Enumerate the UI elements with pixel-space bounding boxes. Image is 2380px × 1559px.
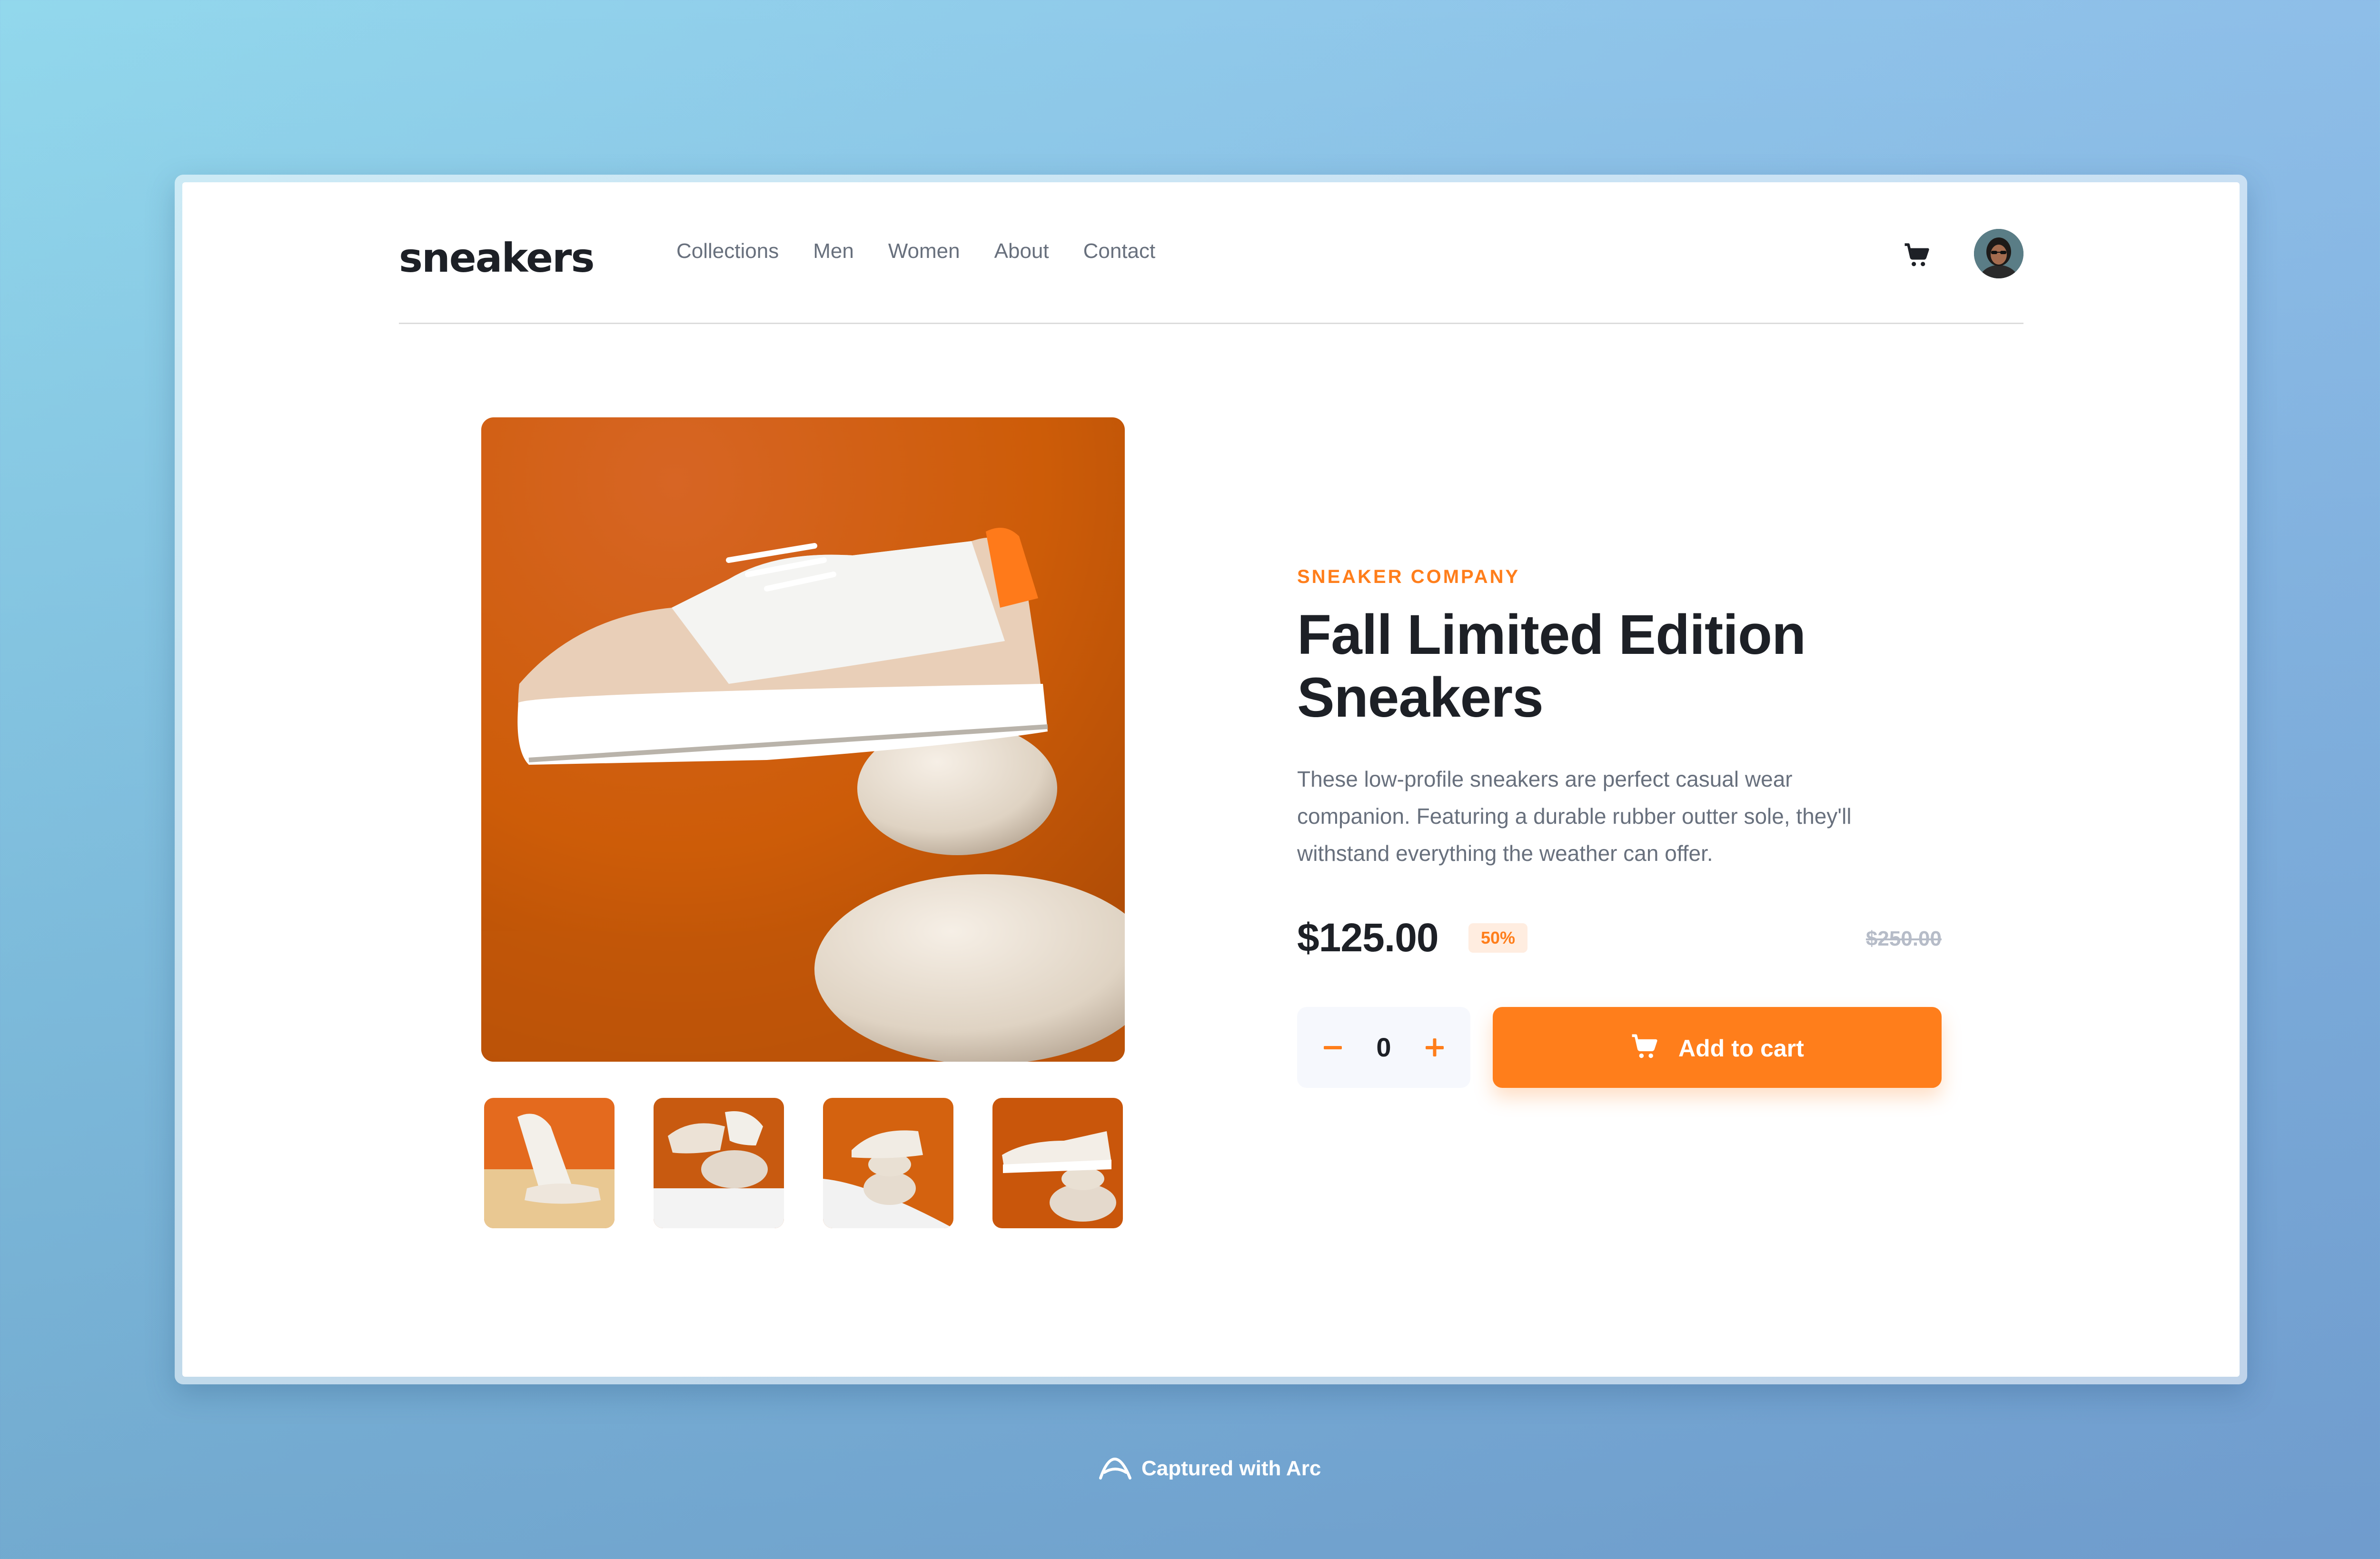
description-line-3: withstand everything the weather can off… xyxy=(1297,841,1713,866)
thumbnail-4[interactable] xyxy=(992,1098,1123,1228)
cart-icon[interactable] xyxy=(1904,242,1930,269)
thumbnail-2[interactable] xyxy=(654,1098,784,1228)
product-title-line-1: Fall Limited Edition xyxy=(1297,603,1806,666)
product-title: Fall Limited Edition Sneakers xyxy=(1297,603,1964,729)
thumbnail-3[interactable] xyxy=(823,1098,953,1228)
user-avatar[interactable] xyxy=(1974,229,2023,278)
logo[interactable]: sneakers xyxy=(399,235,595,281)
company-label: SNEAKER COMPANY xyxy=(1297,566,1520,587)
main-product-image[interactable] xyxy=(481,417,1125,1062)
nav-item-men[interactable]: Men xyxy=(813,239,854,263)
main-nav: Collections Men Women About Contact xyxy=(676,239,1155,263)
nav-item-about[interactable]: About xyxy=(994,239,1049,263)
nav-item-women[interactable]: Women xyxy=(888,239,960,263)
plus-icon[interactable] xyxy=(1418,1031,1451,1064)
product-title-line-2: Sneakers xyxy=(1297,666,1544,729)
thumbnail-strip xyxy=(484,1098,1124,1229)
thumbnail-1[interactable] xyxy=(484,1098,615,1228)
cart-icon xyxy=(1631,1033,1658,1061)
header-divider xyxy=(399,323,2023,324)
original-price: $250.00 xyxy=(1865,927,1942,950)
add-to-cart-label: Add to cart xyxy=(1678,1035,1804,1062)
nav-item-contact[interactable]: Contact xyxy=(1083,239,1156,263)
discount-badge: 50% xyxy=(1468,923,1528,953)
caption-text: Captured with Arc xyxy=(1141,1457,1321,1480)
price-row: $125.00 50% $250.00 xyxy=(1297,915,1942,972)
arc-logo-icon xyxy=(1099,1457,1131,1480)
product-page: sneakers Collections Men Women About Con… xyxy=(182,182,2240,1377)
capture-caption: Captured with Arc xyxy=(1098,1454,1321,1483)
description-line-1: These low-profile sneakers are perfect c… xyxy=(1297,767,1793,791)
nav-item-collections[interactable]: Collections xyxy=(676,239,779,263)
add-to-cart-button[interactable]: Add to cart xyxy=(1493,1007,1942,1088)
current-price: $125.00 xyxy=(1297,915,1439,960)
description-line-2: companion. Featuring a durable rubber ou… xyxy=(1297,804,1852,829)
quantity-stepper: 0 xyxy=(1297,1007,1470,1088)
